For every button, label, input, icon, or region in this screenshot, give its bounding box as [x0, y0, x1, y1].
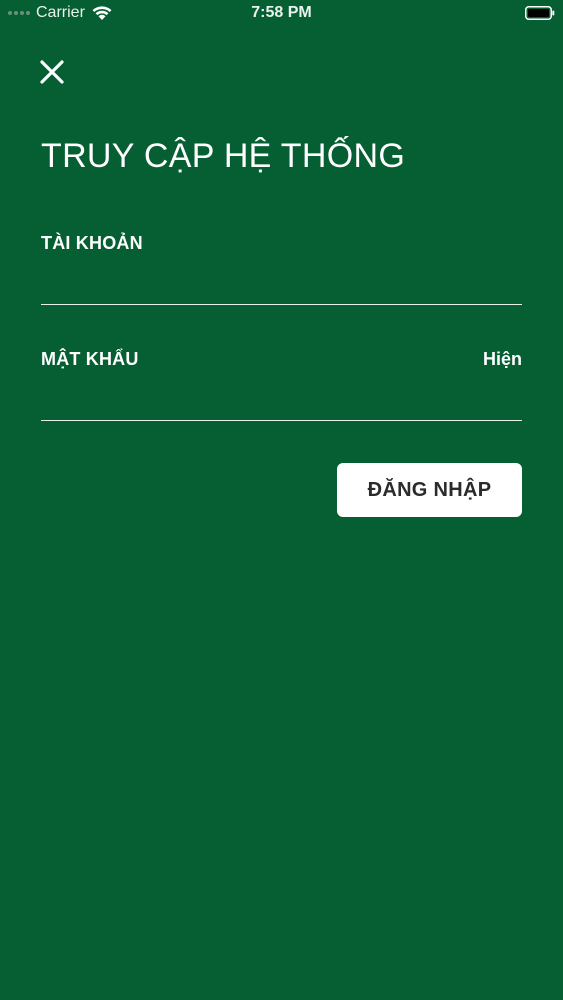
close-icon — [40, 60, 64, 84]
username-label: TÀI KHOẢN — [41, 233, 143, 253]
page-title: TRUY CẬP HỆ THỐNG — [41, 137, 406, 175]
login-button[interactable]: ĐĂNG NHẬP — [337, 463, 522, 517]
password-label: MẬT KHẨU — [41, 349, 139, 369]
battery-icon — [525, 6, 555, 20]
status-time: 7:58 PM — [251, 4, 312, 21]
username-field[interactable] — [41, 270, 522, 305]
status-bar: Carrier 7:58 PM — [0, 0, 563, 30]
close-button[interactable] — [36, 56, 68, 88]
password-field[interactable] — [41, 386, 522, 421]
show-password-toggle[interactable]: Hiện — [483, 349, 522, 370]
